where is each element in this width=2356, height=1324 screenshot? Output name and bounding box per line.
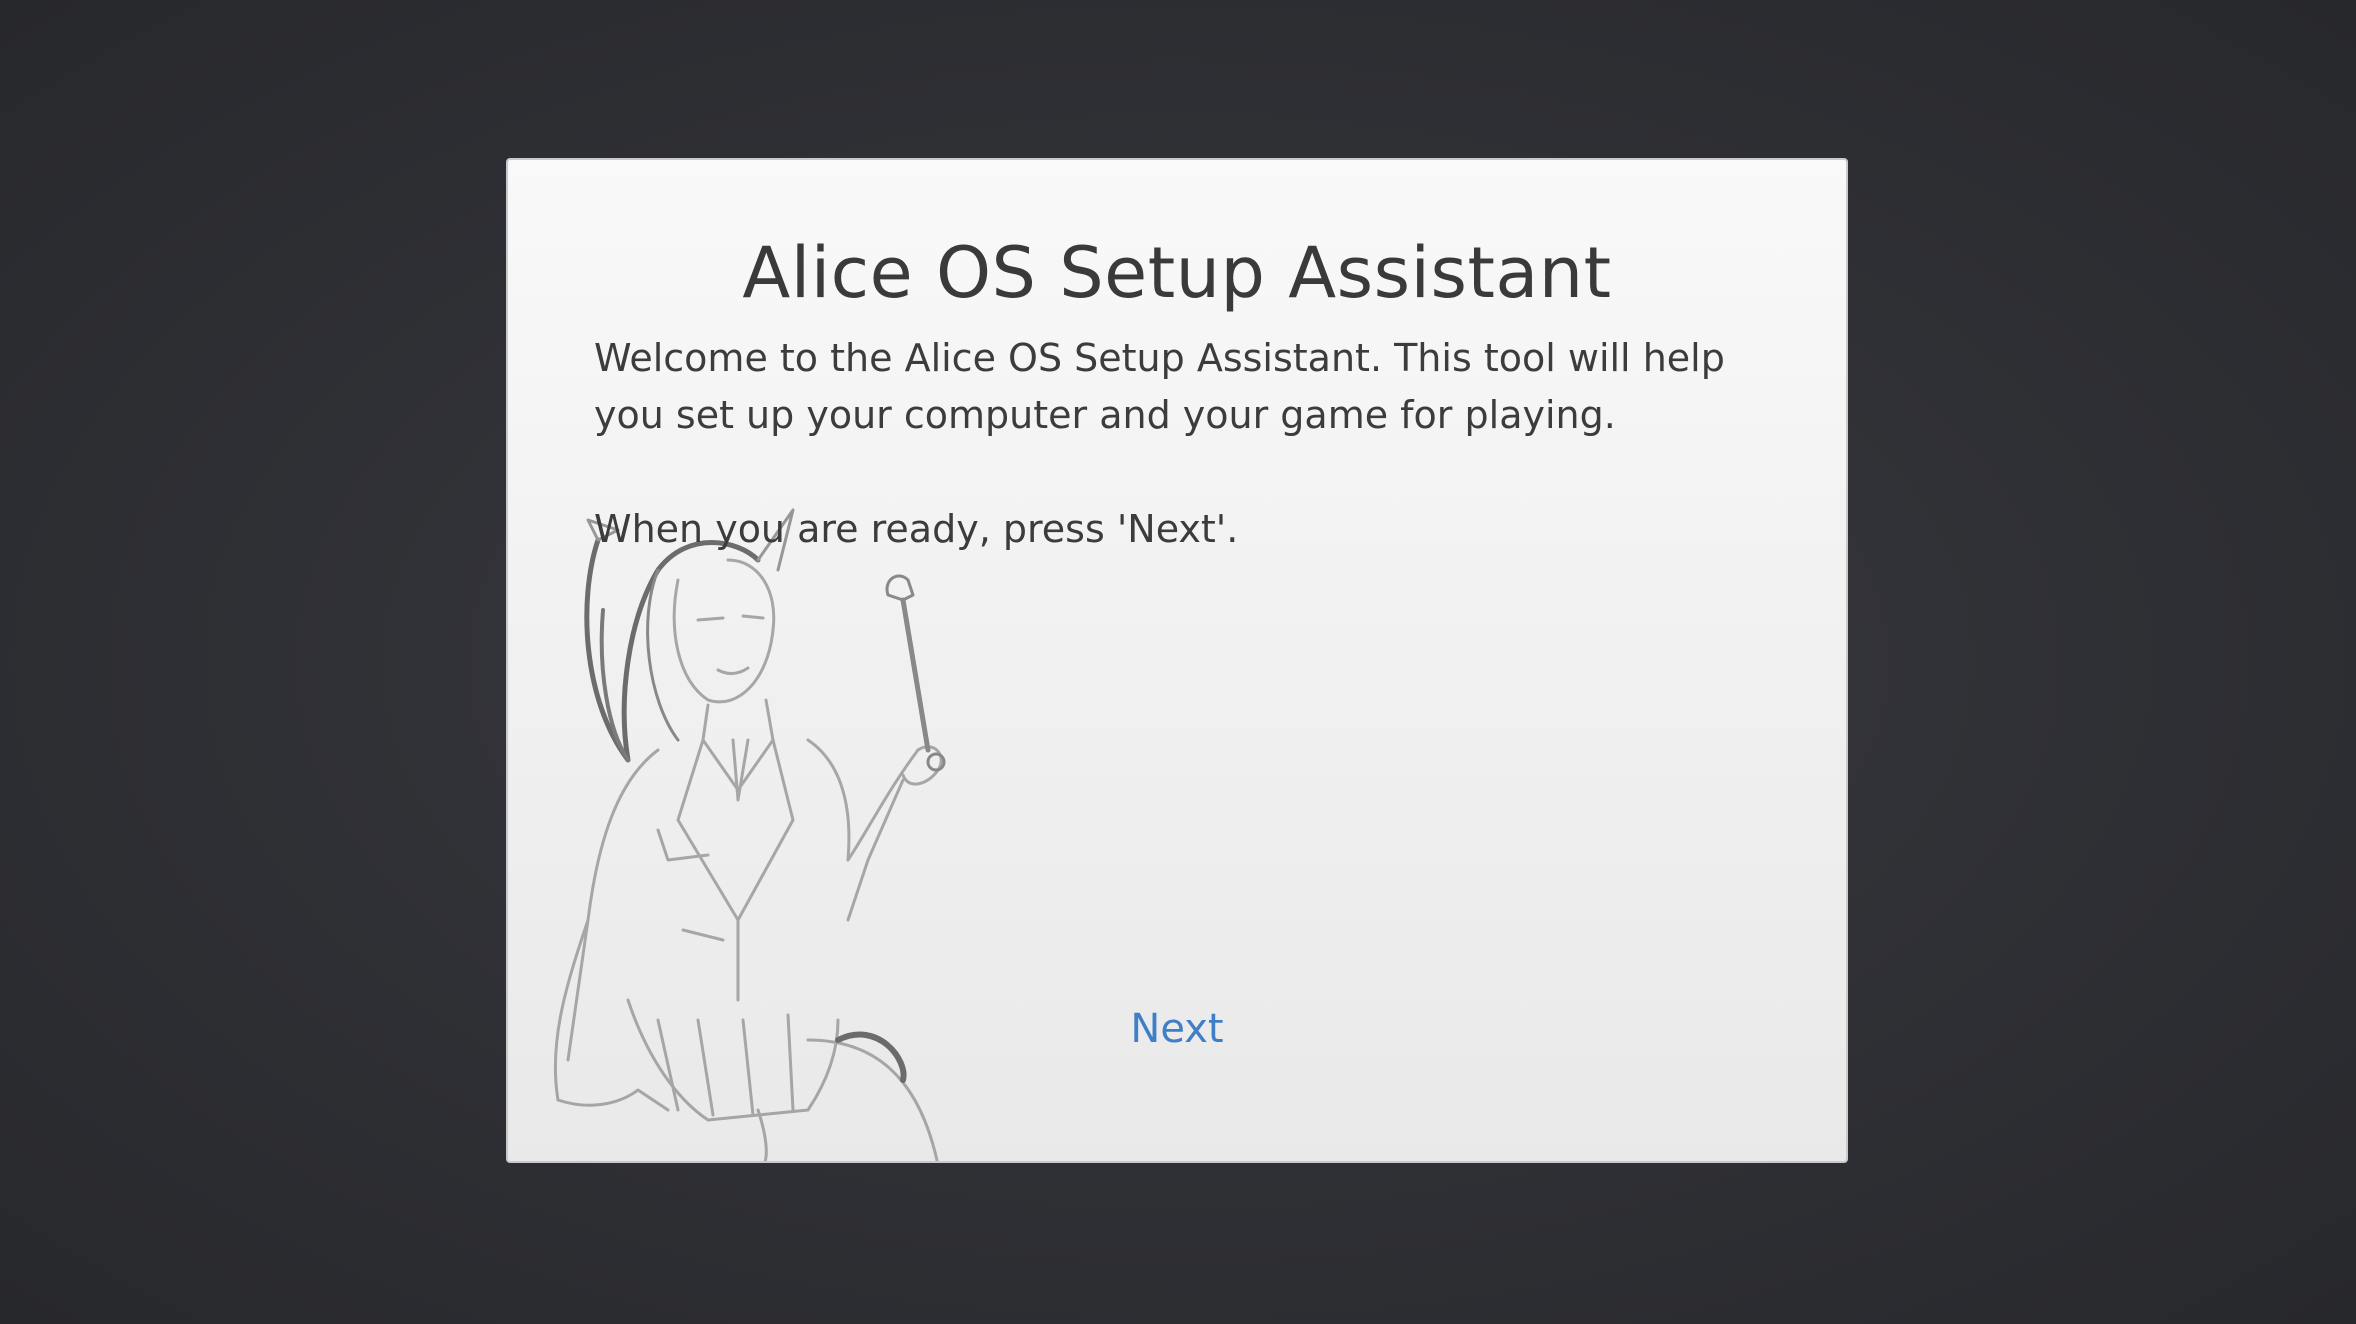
girl-with-wrench-sketch-icon (553, 508, 946, 1161)
next-button[interactable]: Next (1097, 1006, 1257, 1052)
instruction-paragraph: When you are ready, press 'Next'. (594, 507, 1239, 551)
welcome-paragraph: Welcome to the Alice OS Setup Assistant.… (594, 336, 1725, 437)
dialog-title: Alice OS Setup Assistant (742, 232, 1612, 314)
setup-dialog: Alice OS Setup Assistant Welcome to the … (506, 158, 1848, 1163)
dialog-body: Welcome to the Alice OS Setup Assistant.… (594, 330, 1794, 558)
